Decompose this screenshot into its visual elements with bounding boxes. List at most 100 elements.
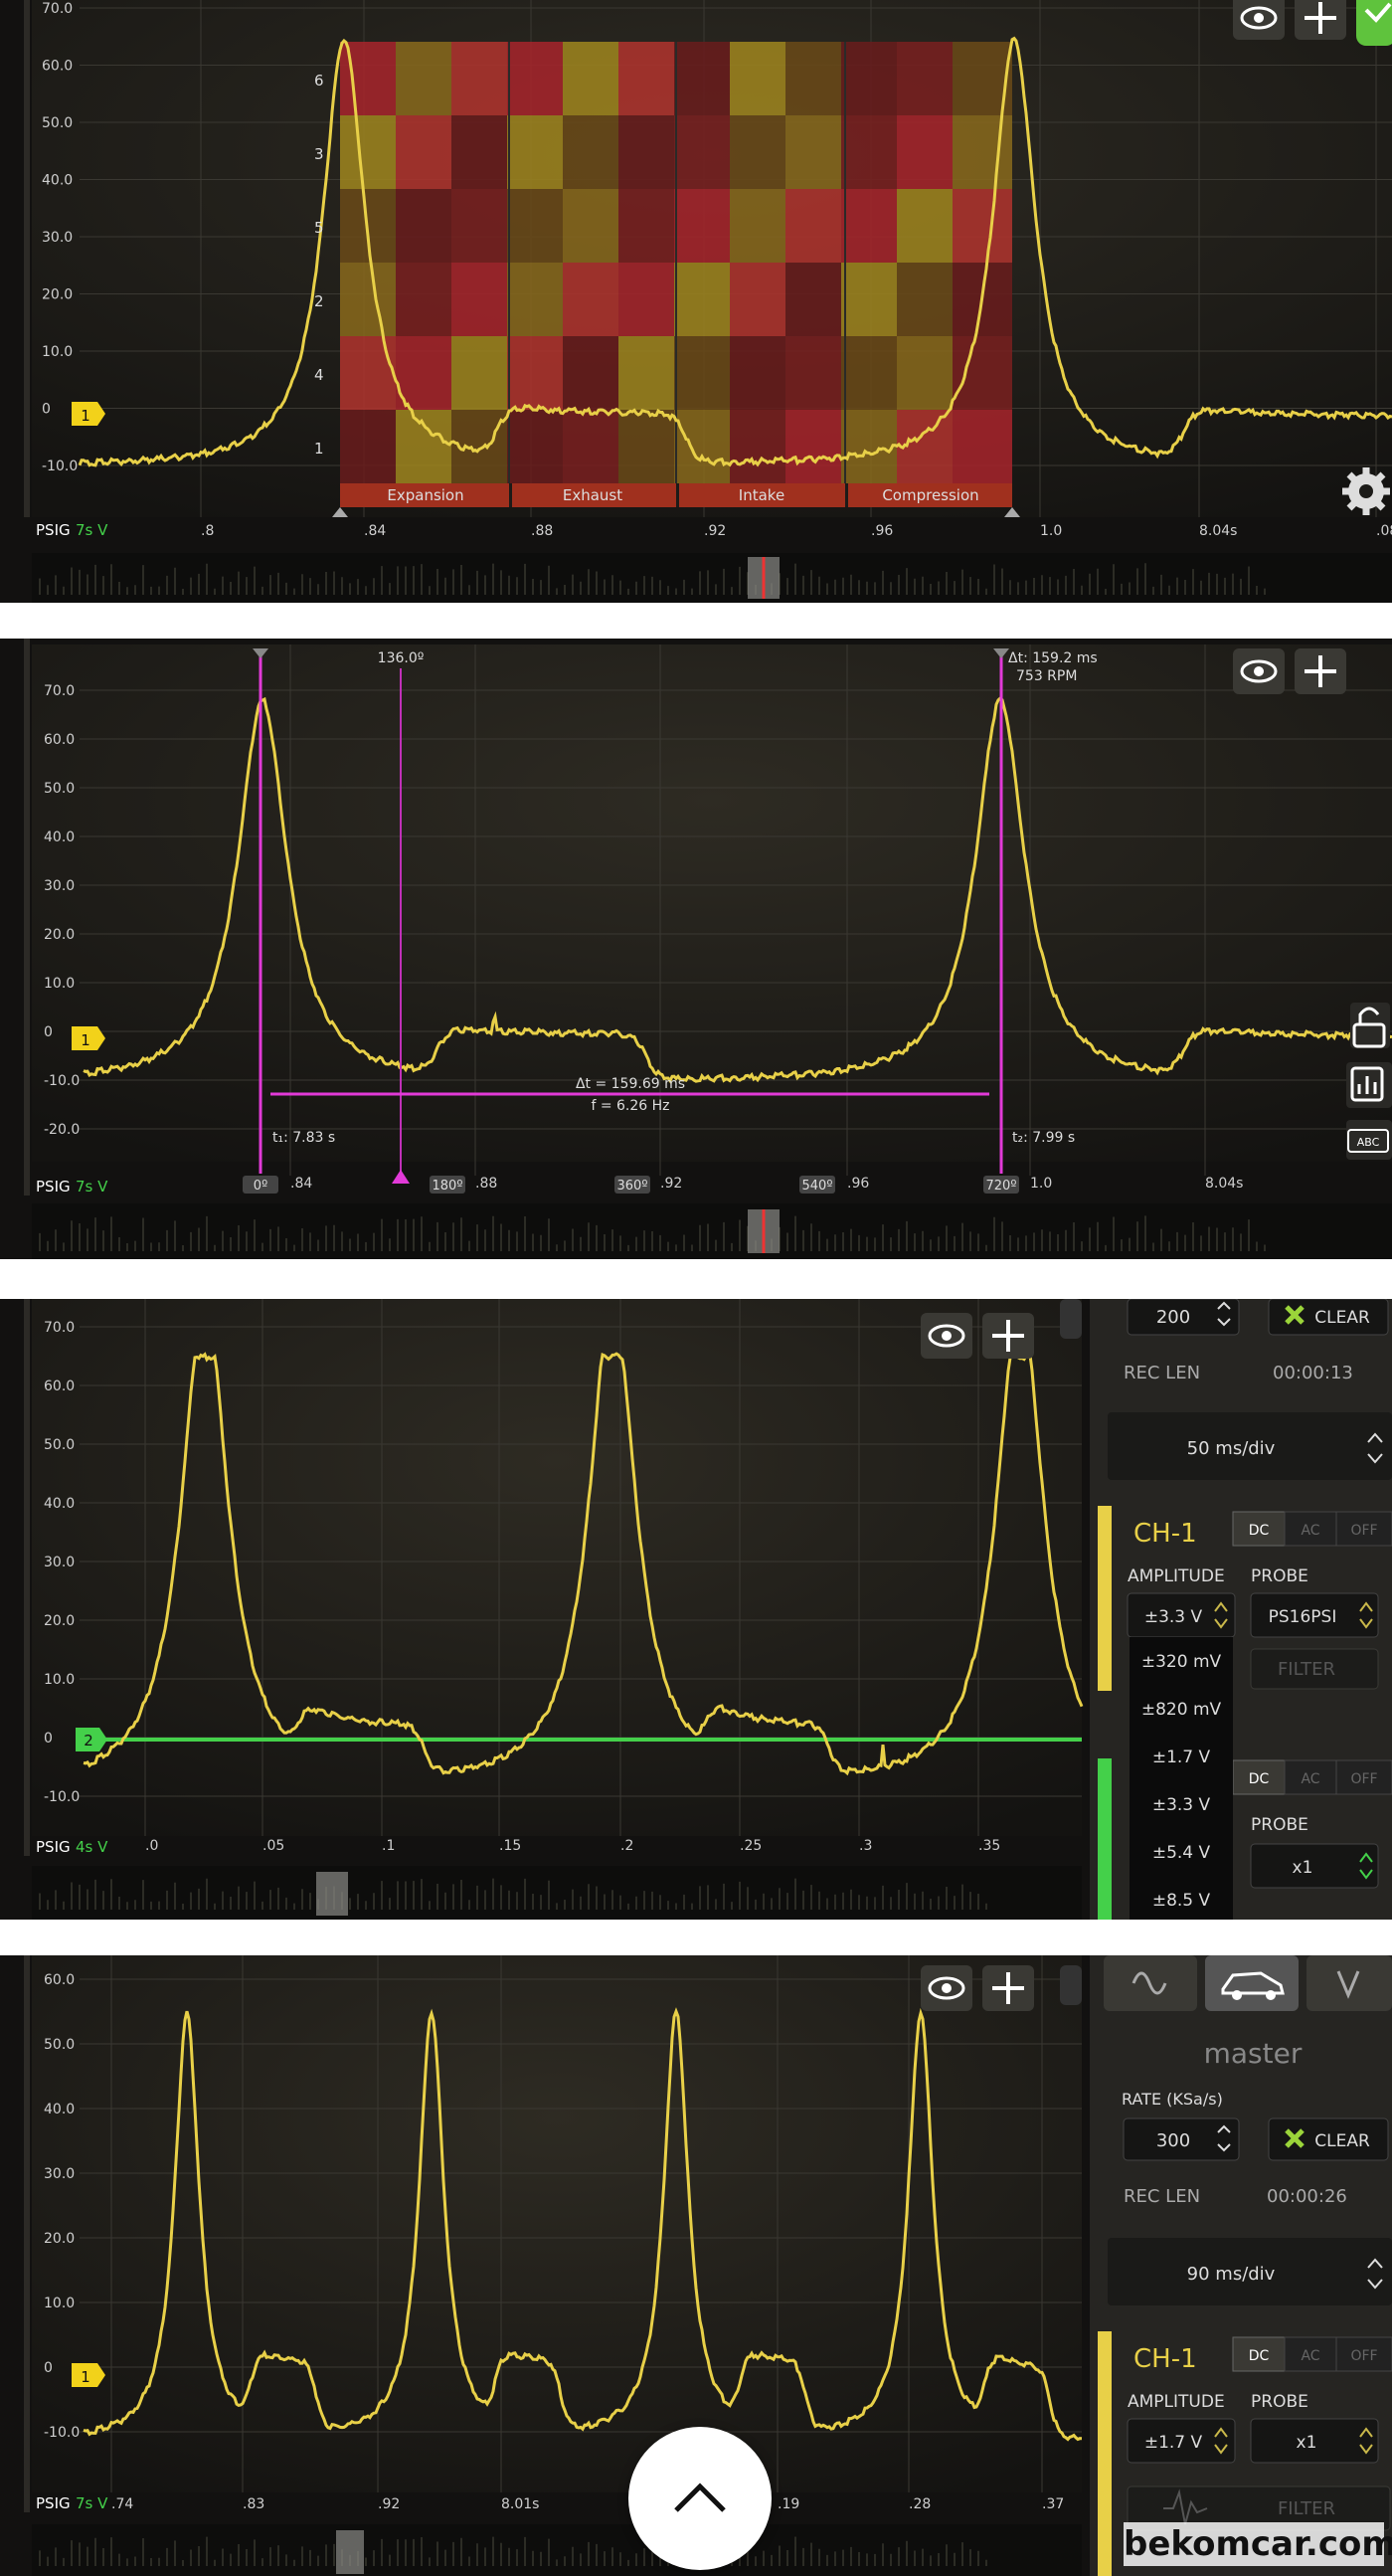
reclen-label: REC LEN: [1124, 2186, 1200, 2207]
crank-angle-label: 720º: [986, 1179, 1017, 1194]
coupling-toggle[interactable]: DC AC OFF: [1232, 1511, 1392, 1547]
y-tick-label: 40.0: [44, 1496, 75, 1512]
panel-separator: [0, 1920, 1392, 1955]
x-tick-label: .19: [778, 2496, 799, 2512]
y-tick-label: 10.0: [42, 344, 73, 360]
y-tick-label: 30.0: [44, 878, 75, 894]
scope-panel-2: 136.0º Δt: 159.2 ms 753 RPM Δt = 159.69 …: [0, 639, 1392, 1259]
amplitude-option[interactable]: ±3.3 V: [1152, 1795, 1211, 1815]
coupling-toggle[interactable]: DC AC OFF: [1232, 2336, 1392, 2372]
probe-select-ch2[interactable]: x1: [1250, 1843, 1379, 1889]
plus-icon[interactable]: [982, 1965, 1034, 2011]
x-tick-label: .37: [1042, 2496, 1064, 2512]
ch1-color-strip: [1098, 2331, 1112, 2576]
svg-text:x1: x1: [1297, 2433, 1317, 2453]
reclen-value: 00:00:13: [1273, 1363, 1353, 1383]
svg-text:300: 300: [1156, 2130, 1190, 2151]
amplitude-option[interactable]: ±5.4 V: [1152, 1843, 1211, 1863]
x-tick-label: .88: [475, 1176, 497, 1192]
bar-chart-icon[interactable]: [1346, 1062, 1392, 1108]
eye-icon[interactable]: [921, 1965, 972, 2011]
timeline-scrollbar[interactable]: [32, 553, 1392, 603]
stroke-label: Exhaust: [563, 486, 622, 504]
coupling-toggle-ch2[interactable]: DC AC OFF: [1232, 1759, 1392, 1795]
x-tick-label: .15: [499, 1838, 521, 1854]
x-tick-label: .96: [871, 523, 893, 539]
x-tick-label: .92: [378, 2496, 400, 2512]
x-tick-label: 1.0: [1030, 1176, 1052, 1192]
svg-text:AC: AC: [1301, 1771, 1319, 1787]
cylinder-label: 6: [314, 72, 324, 90]
lock-icon[interactable]: [1350, 1003, 1390, 1048]
y-tick-label: 0: [44, 1024, 53, 1040]
amplitude-option[interactable]: ±8.5 V: [1152, 1891, 1211, 1911]
gear-icon[interactable]: [1342, 467, 1390, 515]
amplitude-dropdown[interactable]: ±320 mV ±820 mV ±1.7 V ±3.3 V ±5.4 V ±8.5 V: [1130, 1637, 1233, 1920]
svg-text:FILTER: FILTER: [1278, 2498, 1335, 2519]
frequency-label: f = 6.26 Hz: [591, 1098, 669, 1114]
y-tick-label: 50.0: [44, 2037, 75, 2053]
probe-select[interactable]: PS16PSI: [1250, 1592, 1379, 1638]
eye-icon[interactable]: [1233, 0, 1285, 40]
amplitude-option[interactable]: ±820 mV: [1141, 1700, 1222, 1720]
y-tick-label: 60.0: [44, 1379, 75, 1394]
y-tick-label: 60.0: [44, 1972, 75, 1988]
rate-stepper[interactable]: 200: [1127, 1299, 1240, 1336]
timeline-scrollbar[interactable]: [32, 2524, 1082, 2576]
y-tick-label: -10.0: [44, 1789, 80, 1805]
scroll-to-top-button[interactable]: [628, 2427, 772, 2570]
timeline-scrollbar[interactable]: [32, 1203, 1392, 1259]
cylinder-label: 2: [314, 292, 324, 310]
amplitude-option[interactable]: ±320 mV: [1141, 1652, 1222, 1672]
cursor-angle-label: 136.0º: [378, 650, 425, 666]
y-tick-label: 70.0: [42, 1, 73, 17]
timebase-select[interactable]: 90 ms/div: [1108, 2238, 1392, 2305]
amplitude-select[interactable]: ±1.7 V: [1127, 2418, 1236, 2464]
x-tick-label: .92: [660, 1176, 682, 1192]
clear-button[interactable]: CLEAR: [1268, 1299, 1389, 1336]
svg-text:ABC: ABC: [1357, 1136, 1380, 1149]
abc-icon[interactable]: ABC: [1346, 1120, 1392, 1160]
plot-area[interactable]: [32, 1299, 1082, 1836]
channel-tag: 7s V: [76, 521, 108, 539]
probe-select[interactable]: x1: [1250, 2418, 1379, 2464]
plus-icon[interactable]: [1295, 648, 1346, 694]
confirm-icon[interactable]: [1356, 0, 1392, 46]
amplitude-select[interactable]: ±3.3 V: [1127, 1592, 1236, 1638]
x-tick-label: 8.01s: [501, 2496, 539, 2512]
eye-icon[interactable]: [1233, 648, 1285, 694]
y-tick-label: 30.0: [44, 1555, 75, 1570]
svg-text:AC: AC: [1301, 1523, 1319, 1539]
svg-text:OFF: OFF: [1350, 2348, 1377, 2364]
plus-icon[interactable]: [1295, 0, 1346, 40]
rpm-label: 753 RPM: [1016, 668, 1077, 684]
reclen-value: 00:00:26: [1267, 2186, 1347, 2207]
x-tick-label: .74: [111, 2496, 133, 2512]
reclen-label: REC LEN: [1124, 1363, 1200, 1383]
ch1-label: CH-1: [1133, 2344, 1197, 2374]
amplitude-label: AMPLITUDE: [1128, 1566, 1225, 1586]
units-label: PSIG: [36, 1178, 71, 1196]
panel-separator: [0, 603, 1392, 639]
amplitude-option[interactable]: ±1.7 V: [1152, 1748, 1211, 1767]
scope-panel-3: 70.0 60.0 50.0 40.0 30.0 20.0 10.0 0 -10.0 .0 .05…: [0, 1299, 1392, 1920]
plus-icon[interactable]: [982, 1313, 1034, 1359]
ch2-color-strip: [1098, 1758, 1112, 1920]
channel-tag: 7s V: [76, 1178, 108, 1196]
cylinder-label: 1: [314, 440, 324, 458]
y-tick-label: 50.0: [42, 115, 73, 131]
svg-text:OFF: OFF: [1350, 1523, 1377, 1539]
mode-tabs[interactable]: [1104, 1955, 1392, 2011]
y-tick-label: 10.0: [44, 2296, 75, 2311]
svg-text:±3.3 V: ±3.3 V: [1144, 1607, 1203, 1627]
plot-area[interactable]: [32, 644, 1392, 1162]
rate-stepper[interactable]: 300: [1123, 2117, 1240, 2161]
x-tick-label: .2: [620, 1838, 633, 1854]
eye-icon[interactable]: [921, 1313, 972, 1359]
y-tick-label: 50.0: [44, 781, 75, 797]
clear-button[interactable]: CLEAR: [1268, 2117, 1389, 2161]
timeline-scrollbar[interactable]: [32, 1866, 1082, 1920]
filter-button[interactable]: FILTER: [1250, 1648, 1379, 1690]
timebase-select[interactable]: 50 ms/div: [1108, 1412, 1392, 1480]
svg-text:2: 2: [84, 1732, 93, 1749]
